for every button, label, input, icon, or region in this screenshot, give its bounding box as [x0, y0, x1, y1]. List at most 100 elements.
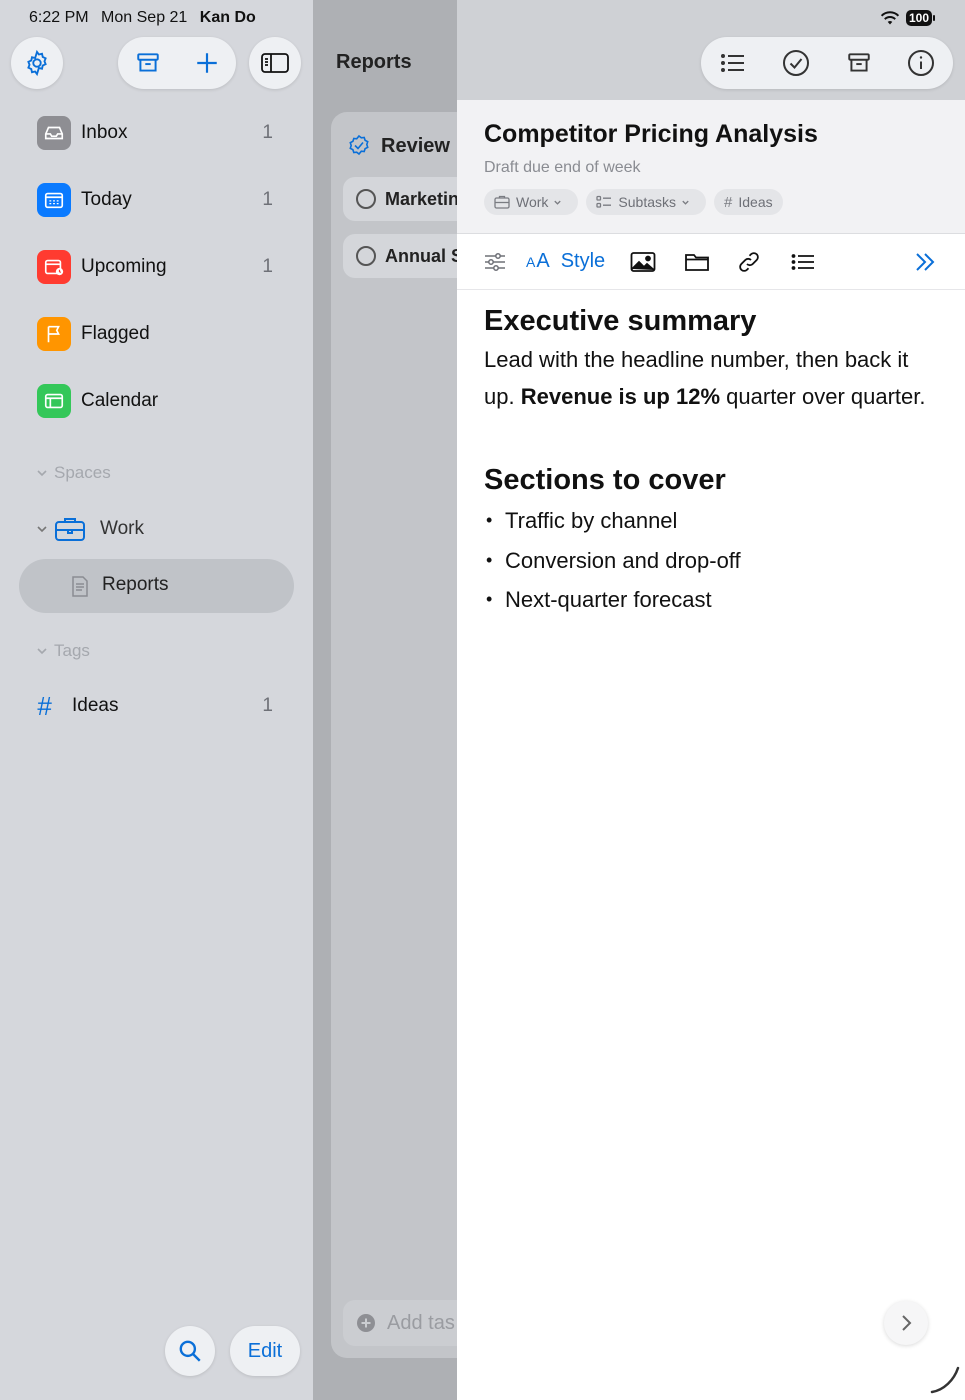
insert-image-button[interactable] [630, 234, 656, 289]
reports-label: Reports [102, 574, 169, 595]
sidebar-item-reports[interactable]: Reports [19, 559, 294, 613]
plus-circle-icon [356, 1313, 376, 1333]
tag-chip-label: Ideas [738, 194, 773, 210]
folder-icon [684, 251, 710, 273]
bullet-list: • Traffic by channel • Conversion and drop… [484, 501, 944, 620]
status-date: Mon Sep 21 [101, 9, 188, 26]
status-app-name: Kan Do [199, 9, 256, 26]
next-button[interactable] [884, 1301, 928, 1345]
resize-handle-icon[interactable] [928, 1364, 960, 1394]
summary-paragraph: Lead with the headline number, then back… [484, 341, 944, 415]
list-icon [791, 252, 815, 272]
sidebar-item-label: Calendar [81, 390, 159, 411]
briefcase-icon [54, 515, 92, 543]
task-subtitle[interactable]: Draft due end of week [484, 159, 641, 177]
list-title: Reports [336, 51, 412, 73]
status-bar-right: 100 [880, 10, 935, 26]
sidebar-item-count: 1 [262, 122, 273, 143]
bullet-list-button[interactable] [791, 234, 815, 289]
list-view-button[interactable] [719, 51, 747, 75]
list-item-text: Conversion and drop-off [505, 547, 741, 573]
work-label: Work [100, 518, 144, 539]
sidebar-item-inbox[interactable]: Inbox 1 [37, 115, 277, 151]
tags-label: Tags [54, 641, 90, 660]
task-item[interactable]: Marketin [343, 177, 457, 221]
sidebar-item-tag-ideas[interactable]: # Ideas 1 [37, 688, 277, 724]
battery-level: 100 [905, 10, 932, 26]
list-icon [719, 51, 747, 75]
checkmark-circle-icon [782, 49, 810, 77]
archive-add-group [118, 37, 236, 89]
task-group-card: Review [331, 112, 457, 1358]
status-bar-left: 6:22 PM Mon Sep 21 Kan Do [29, 9, 264, 27]
task-title[interactable]: Competitor Pricing Analysis [484, 120, 818, 149]
paragraph-bold: Revenue is up 12% [520, 384, 721, 409]
search-button[interactable] [165, 1326, 215, 1376]
calendar-upcoming-icon [37, 250, 71, 284]
task-checkbox[interactable] [356, 189, 376, 209]
space-work[interactable]: Work [36, 515, 144, 543]
status-time: 6:22 PM [29, 9, 89, 26]
hashtag-icon: # [37, 690, 52, 721]
chip-row: Work Subtasks # Ideas [484, 189, 791, 215]
subtasks-chip[interactable]: Subtasks [586, 189, 707, 215]
chevron-down-icon [553, 198, 568, 207]
complete-button[interactable] [782, 49, 810, 77]
archive-button[interactable] [135, 50, 161, 76]
task-item[interactable]: Annual S [343, 234, 457, 278]
tags-section-header[interactable]: Tags [36, 641, 90, 661]
flag-icon [37, 317, 71, 351]
sidebar-item-today[interactable]: Today 1 [37, 182, 277, 218]
insert-link-button[interactable] [737, 234, 761, 289]
search-icon [177, 1338, 203, 1364]
checklist-icon [596, 195, 618, 209]
plus-icon [194, 50, 220, 76]
sidebar-item-calendar[interactable]: Calendar [37, 383, 277, 419]
chevron-down-icon [36, 645, 54, 657]
tag-label: Ideas [72, 695, 119, 716]
sidebar-item-flagged[interactable]: Flagged [37, 316, 277, 352]
tag-count: 1 [262, 695, 273, 716]
wifi-icon [880, 10, 900, 26]
formatting-toolbar: A A Style [457, 234, 965, 290]
edit-button[interactable]: Edit [230, 1326, 300, 1376]
group-label: Review [381, 134, 450, 157]
briefcase-icon [494, 195, 516, 209]
chevron-down-icon [36, 523, 54, 535]
add-task-placeholder: Add tas [387, 1311, 455, 1334]
add-button[interactable] [194, 50, 220, 76]
list-item: • Traffic by channel [486, 508, 678, 533]
text-size-icon-large: A [536, 250, 550, 272]
task-checkbox[interactable] [356, 246, 376, 266]
style-button[interactable]: A A Style [526, 234, 605, 289]
work-chip[interactable]: Work [484, 189, 579, 215]
expand-toolbar-button[interactable] [913, 234, 937, 289]
toggle-sidebar-button[interactable] [249, 37, 301, 89]
list-item: • Conversion and drop-off [486, 547, 741, 573]
info-button[interactable] [907, 49, 935, 77]
document-icon [71, 576, 89, 597]
add-task-button[interactable]: Add tas [343, 1300, 457, 1346]
attach-file-button[interactable] [684, 234, 710, 289]
group-header[interactable]: Review [347, 134, 450, 158]
link-icon [737, 250, 761, 274]
task-title: Marketin [385, 188, 457, 209]
info-icon [907, 49, 935, 77]
sidebar-item-upcoming[interactable]: Upcoming 1 [37, 249, 277, 285]
list-item-text: Traffic by channel [505, 508, 678, 533]
detail-actions-group [701, 37, 953, 89]
chevron-right-icon [900, 1314, 912, 1332]
sidebar-toggle-icon [260, 50, 290, 76]
battery-icon: 100 [905, 10, 935, 26]
tag-chip[interactable]: # Ideas [714, 189, 783, 215]
archive-task-button[interactable] [846, 50, 872, 76]
sidebar-item-label: Upcoming [81, 256, 167, 277]
task-title: Annual S [385, 245, 457, 266]
calendar-icon [37, 384, 71, 418]
note-content[interactable]: Executive summary Lead with the headline… [484, 305, 944, 620]
subtasks-chip-label: Subtasks [618, 194, 677, 210]
sidebar-item-label: Inbox [81, 122, 128, 143]
spaces-section-header[interactable]: Spaces [36, 463, 111, 483]
settings-button[interactable] [11, 37, 63, 89]
options-button[interactable] [484, 234, 506, 289]
